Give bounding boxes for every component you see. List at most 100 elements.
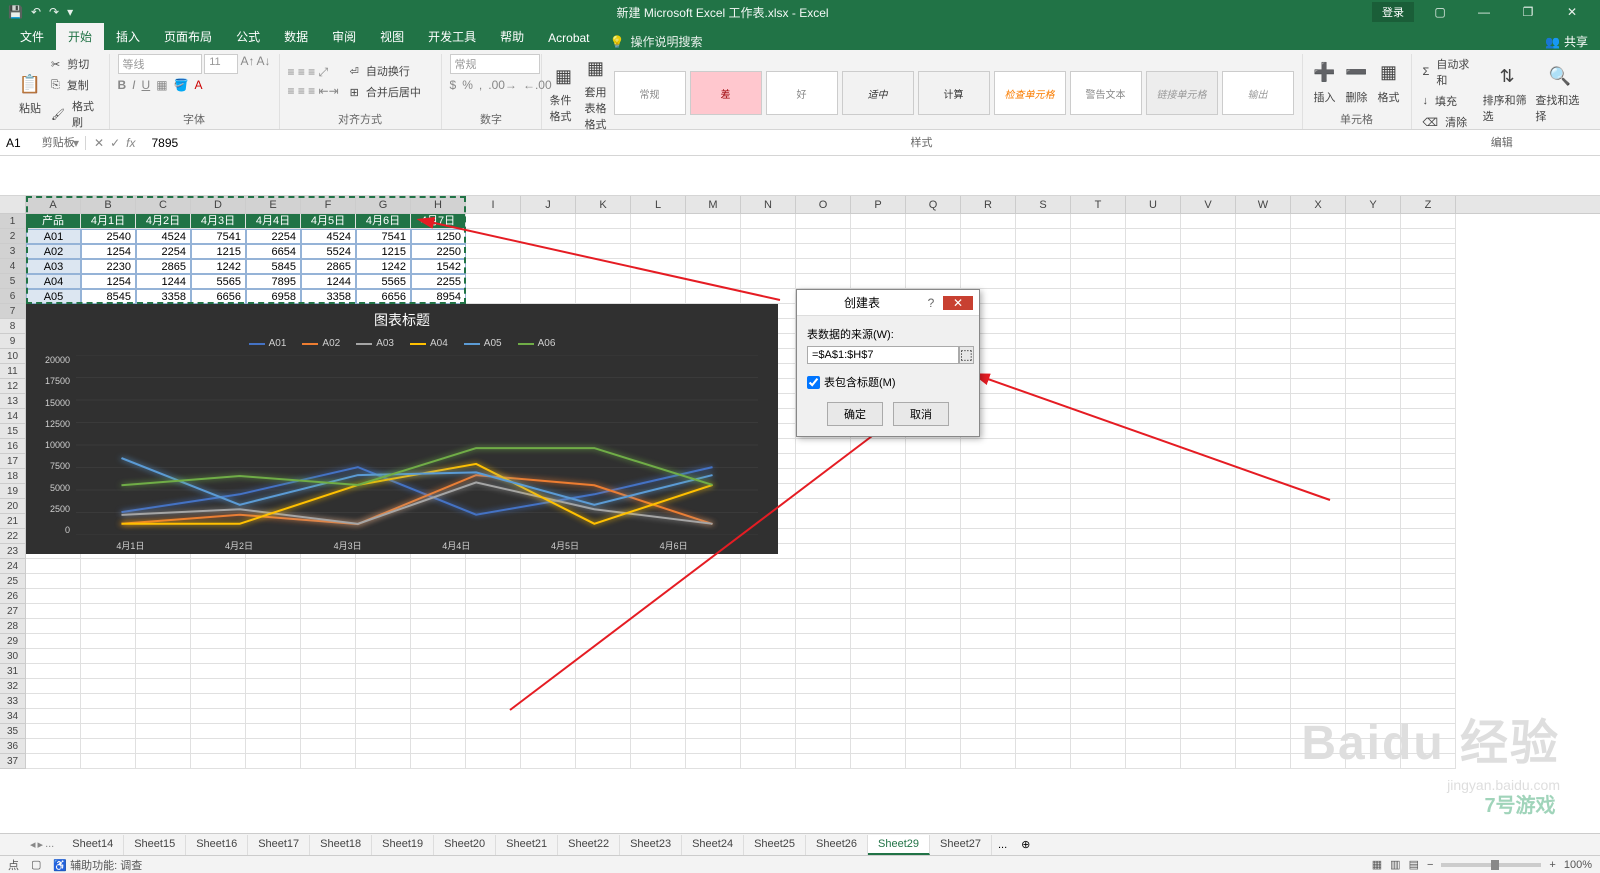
table-cell[interactable]: 3358 bbox=[301, 289, 356, 304]
format-cells-button[interactable]: ▦格式 bbox=[1375, 59, 1403, 105]
save-icon[interactable]: 💾 bbox=[8, 5, 23, 19]
row-header-27[interactable]: 27 bbox=[0, 604, 26, 619]
row-header-8[interactable]: 8 bbox=[0, 319, 26, 334]
row-header-16[interactable]: 16 bbox=[0, 439, 26, 454]
sheet-tab-Sheet21[interactable]: Sheet21 bbox=[496, 835, 558, 855]
table-cell[interactable]: 1254 bbox=[81, 274, 136, 289]
sheet-tab-Sheet19[interactable]: Sheet19 bbox=[372, 835, 434, 855]
row-header-30[interactable]: 30 bbox=[0, 649, 26, 664]
col-header-T[interactable]: T bbox=[1071, 196, 1126, 213]
sheet-nav-more-icon[interactable]: ... bbox=[45, 838, 54, 851]
dialog-titlebar[interactable]: 创建表 ? ✕ bbox=[797, 290, 979, 316]
chart-legend[interactable]: A01A02A03A04A05A06 bbox=[26, 336, 778, 351]
range-input[interactable] bbox=[807, 346, 959, 364]
row-header-36[interactable]: 36 bbox=[0, 739, 26, 754]
row-header-13[interactable]: 13 bbox=[0, 394, 26, 409]
cancel-formula-icon[interactable]: ✕ bbox=[94, 136, 104, 150]
view-normal-icon[interactable]: ▦ bbox=[1372, 858, 1382, 871]
style-good[interactable]: 好 bbox=[766, 71, 838, 115]
tab-dev[interactable]: 开发工具 bbox=[416, 23, 488, 50]
zoom-slider[interactable] bbox=[1441, 863, 1541, 867]
sheet-tab-Sheet26[interactable]: Sheet26 bbox=[806, 835, 868, 855]
login-button[interactable]: 登录 bbox=[1372, 2, 1414, 22]
table-cell[interactable]: A03 bbox=[26, 259, 81, 274]
table-cell[interactable]: 1215 bbox=[356, 244, 411, 259]
table-cell[interactable]: 5524 bbox=[301, 244, 356, 259]
close-icon[interactable]: ✕ bbox=[1552, 2, 1592, 22]
row-header-11[interactable]: 11 bbox=[0, 364, 26, 379]
format-as-table-button[interactable]: ▦ 套用 表格格式 bbox=[582, 54, 610, 132]
row-header-20[interactable]: 20 bbox=[0, 499, 26, 514]
sheet-tab-Sheet22[interactable]: Sheet22 bbox=[558, 835, 620, 855]
table-cell[interactable]: 4524 bbox=[136, 229, 191, 244]
row-header-9[interactable]: 9 bbox=[0, 334, 26, 349]
sheet-tab-Sheet27[interactable]: Sheet27 bbox=[930, 835, 992, 855]
view-page-break-icon[interactable]: ▤ bbox=[1409, 858, 1419, 871]
table-header-cell[interactable]: 4月1日 bbox=[81, 214, 136, 229]
macro-record-icon[interactable]: ▢ bbox=[31, 858, 41, 871]
col-header-E[interactable]: E bbox=[246, 196, 301, 213]
tab-file[interactable]: 文件 bbox=[8, 23, 56, 50]
conditional-format-button[interactable]: ▦ 条件格式 bbox=[550, 62, 578, 124]
table-cell[interactable]: 2254 bbox=[246, 229, 301, 244]
tab-data[interactable]: 数据 bbox=[272, 23, 320, 50]
row-header-33[interactable]: 33 bbox=[0, 694, 26, 709]
fx-icon[interactable]: fx bbox=[126, 136, 135, 150]
table-header-cell[interactable]: 4月2日 bbox=[136, 214, 191, 229]
maximize-icon[interactable]: ❐ bbox=[1508, 2, 1548, 22]
legend-item[interactable]: A02 bbox=[302, 338, 340, 349]
table-cell[interactable]: 5565 bbox=[356, 274, 411, 289]
sheet-more-icon[interactable]: ... bbox=[992, 836, 1013, 854]
table-header-cell[interactable]: 4月6日 bbox=[356, 214, 411, 229]
sheet-nav-prev-icon[interactable]: ▸ bbox=[38, 838, 44, 851]
row-header-28[interactable]: 28 bbox=[0, 619, 26, 634]
style-calc[interactable]: 计算 bbox=[918, 71, 990, 115]
row-header-25[interactable]: 25 bbox=[0, 574, 26, 589]
legend-item[interactable]: A05 bbox=[464, 338, 502, 349]
table-header-cell[interactable]: 4月4日 bbox=[246, 214, 301, 229]
redo-icon[interactable]: ↷ bbox=[49, 5, 59, 19]
row-header-31[interactable]: 31 bbox=[0, 664, 26, 679]
col-header-K[interactable]: K bbox=[576, 196, 631, 213]
table-cell[interactable]: 6958 bbox=[246, 289, 301, 304]
col-header-H[interactable]: H bbox=[411, 196, 466, 213]
row-header-29[interactable]: 29 bbox=[0, 634, 26, 649]
currency-button[interactable]: $ bbox=[450, 78, 457, 92]
legend-item[interactable]: A06 bbox=[518, 338, 556, 349]
col-header-G[interactable]: G bbox=[356, 196, 411, 213]
row-header-5[interactable]: 5 bbox=[0, 274, 26, 289]
col-header-N[interactable]: N bbox=[741, 196, 796, 213]
row-header-34[interactable]: 34 bbox=[0, 709, 26, 724]
row-header-6[interactable]: 6 bbox=[0, 289, 26, 304]
chart-object[interactable]: 图表标题 A01A02A03A04A05A06 2000017500150001… bbox=[26, 304, 778, 554]
italic-button[interactable]: I bbox=[132, 78, 135, 92]
row-header-21[interactable]: 21 bbox=[0, 514, 26, 529]
table-cell[interactable]: 5845 bbox=[246, 259, 301, 274]
bold-button[interactable]: B bbox=[118, 78, 127, 92]
border-button[interactable]: ▦ bbox=[156, 78, 167, 92]
row-header-1[interactable]: 1 bbox=[0, 214, 26, 229]
col-header-D[interactable]: D bbox=[191, 196, 246, 213]
table-cell[interactable]: 7895 bbox=[246, 274, 301, 289]
legend-item[interactable]: A01 bbox=[249, 338, 287, 349]
dialog-help-icon[interactable]: ? bbox=[921, 296, 941, 310]
table-cell[interactable]: A02 bbox=[26, 244, 81, 259]
row-header-32[interactable]: 32 bbox=[0, 679, 26, 694]
table-cell[interactable]: A04 bbox=[26, 274, 81, 289]
delete-cells-button[interactable]: ➖删除 bbox=[1343, 59, 1371, 105]
sheet-nav-first-icon[interactable]: ◂ bbox=[30, 838, 36, 851]
comma-button[interactable]: , bbox=[479, 78, 482, 92]
style-check[interactable]: 检查单元格 bbox=[994, 71, 1066, 115]
row-header-7[interactable]: 7 bbox=[0, 304, 26, 319]
table-cell[interactable]: 1244 bbox=[301, 274, 356, 289]
legend-item[interactable]: A03 bbox=[356, 338, 394, 349]
table-cell[interactable]: 8545 bbox=[81, 289, 136, 304]
name-box[interactable]: A1▾ bbox=[0, 136, 86, 150]
tab-layout[interactable]: 页面布局 bbox=[152, 23, 224, 50]
autosum-button[interactable]: Σ 自动求和 bbox=[1420, 54, 1479, 90]
font-size-combo[interactable]: 11 bbox=[204, 54, 238, 74]
number-format-combo[interactable]: 常规 bbox=[450, 54, 540, 74]
sheet-tab-Sheet29[interactable]: Sheet29 bbox=[868, 835, 930, 855]
sheet-tab-Sheet25[interactable]: Sheet25 bbox=[744, 835, 806, 855]
table-cell[interactable]: A05 bbox=[26, 289, 81, 304]
